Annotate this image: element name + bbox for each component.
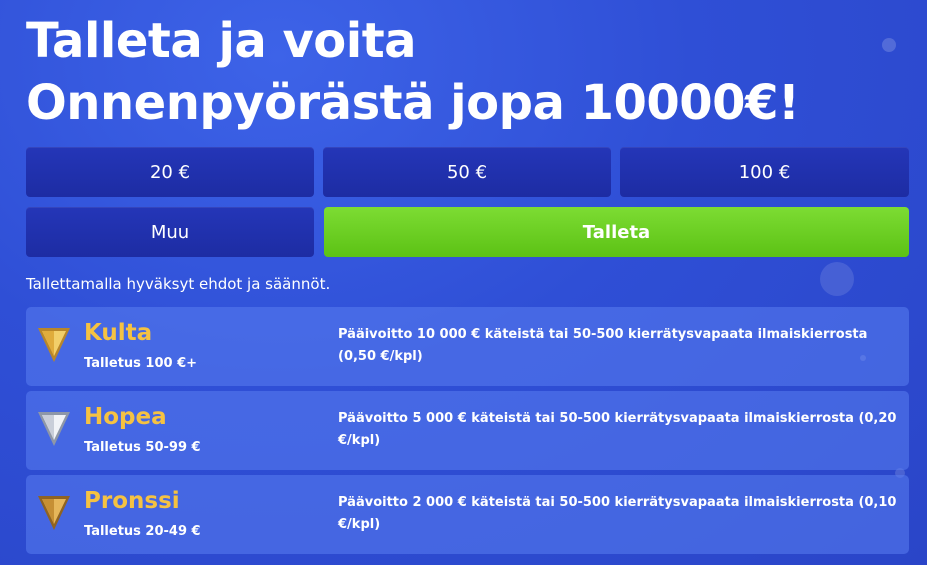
- tier-name: Hopea: [84, 404, 167, 430]
- tier-name: Kulta: [84, 320, 153, 346]
- gold-chevron-icon: [38, 328, 70, 362]
- amount-button-20[interactable]: 20 €: [26, 147, 314, 197]
- tier-deposit: Talletus 20-49 €: [84, 524, 201, 539]
- tier-card-gold: Kulta Talletus 100 €+ Pääivoitto 10 000 …: [26, 307, 909, 386]
- deposit-button[interactable]: Talleta: [324, 207, 909, 257]
- tier-deposit: Talletus 100 €+: [84, 356, 198, 371]
- tier-card-silver: Hopea Talletus 50-99 € Päävoitto 5 000 €…: [26, 391, 909, 470]
- tier-card-bronze: Pronssi Talletus 20-49 € Päävoitto 2 000…: [26, 475, 909, 554]
- tier-deposit: Talletus 50-99 €: [84, 440, 201, 455]
- tier-prize: Pääivoitto 10 000 € käteistä tai 50-500 …: [338, 327, 868, 364]
- amount-button-100[interactable]: 100 €: [620, 147, 909, 197]
- other-amount-button[interactable]: Muu: [26, 207, 314, 257]
- background-bokeh: [820, 262, 854, 296]
- headline-line-1: Talleta ja voita: [26, 13, 417, 69]
- tier-name: Pronssi: [84, 488, 180, 514]
- headline-line-2: Onnenpyörästä jopa 10000€!: [26, 75, 800, 131]
- tier-prize: Päävoitto 2 000 € käteistä tai 50-500 ki…: [338, 495, 897, 532]
- bronze-chevron-icon: [38, 496, 70, 530]
- silver-chevron-icon: [38, 412, 70, 446]
- page-headline: Talleta ja voita Onnenpyörästä jopa 1000…: [26, 10, 916, 134]
- tier-prize: Päävoitto 5 000 € käteistä tai 50-500 ki…: [338, 411, 897, 448]
- amount-button-50[interactable]: 50 €: [323, 147, 611, 197]
- terms-text: Tallettamalla hyväksyt ehdot ja säännöt.: [26, 275, 331, 293]
